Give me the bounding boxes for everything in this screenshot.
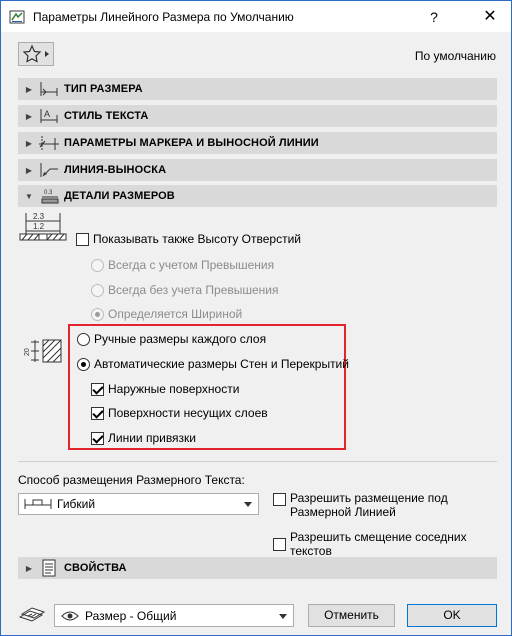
opening-option-label: Определяется Шириной <box>108 307 243 321</box>
opening-option-label: Всегда с учетом Превышения <box>108 258 275 272</box>
auto-option-row[interactable]: Поверхности несущих слоев <box>91 406 268 420</box>
allow-under-line-label: Разрешить размещение под Размерной Линие… <box>290 491 448 519</box>
opening-option-radio[interactable] <box>91 258 104 272</box>
section-leader-line[interactable]: ▶ ЛИНИЯ-ВЫНОСКА <box>18 159 497 181</box>
dialog-window: Параметры Линейного Размера по Умолчанию… <box>0 0 512 636</box>
star-icon <box>22 44 49 63</box>
section-label: ПАРАМЕТРЫ МАРКЕРА И ВЫНОСНОЙ ЛИНИИ <box>64 137 319 149</box>
ok-button[interactable]: OK <box>407 604 497 627</box>
auto-walls-label: Автоматические размеры Стен и Перекрытий <box>94 357 349 371</box>
layer-stack-icon <box>18 607 46 622</box>
auto-walls-radio[interactable] <box>77 357 90 371</box>
section-label: ЛИНИЯ-ВЫНОСКА <box>64 164 167 176</box>
auto-option-label: Поверхности несущих слоев <box>108 406 268 420</box>
auto-option-label: Линии привязки <box>108 431 197 445</box>
chevron-down-icon <box>244 502 252 507</box>
section-dimension-details[interactable]: ▼ 0.3 ДЕТАЛИ РАЗМЕРОВ <box>18 185 497 207</box>
manual-layers-row[interactable]: Ручные размеры каждого слоя <box>77 332 266 346</box>
view-select[interactable]: Размер - Общий <box>54 604 294 627</box>
manual-layers-radio[interactable] <box>77 332 90 346</box>
section-text-style[interactable]: ▶ A СТИЛЬ ТЕКСТА <box>18 105 497 127</box>
leader-line-icon <box>40 163 58 177</box>
section-label: ТИП РАЗМЕРА <box>64 83 143 95</box>
collapse-arrow-icon: ▼ <box>25 191 33 201</box>
icon-top-label: 2.3 <box>33 212 45 221</box>
opening-option-label: Всегда без учета Превышения <box>108 283 279 297</box>
expand-arrow-icon: ▶ <box>25 165 33 175</box>
expand-arrow-icon: ▶ <box>25 111 33 121</box>
section-label: СВОЙСТВА <box>64 562 127 574</box>
allow-shift-row[interactable]: Разрешить смещение соседних текстов <box>273 530 511 558</box>
expand-arrow-icon: ▶ <box>25 563 33 573</box>
placement-heading: Способ размещения Размерного Текста: <box>18 473 245 487</box>
default-settings-label: По умолчанию <box>414 49 496 63</box>
window-title: Параметры Линейного Размера по Умолчанию <box>33 10 294 24</box>
opening-option-row[interactable]: Всегда с учетом Превышения <box>91 258 274 272</box>
svg-text:0.3: 0.3 <box>44 190 53 196</box>
layer-dimension-icon: 20 <box>24 339 62 363</box>
auto-option-row[interactable]: Линии привязки <box>91 431 196 445</box>
allow-shift-checkbox[interactable] <box>273 537 286 551</box>
opening-option-radio[interactable] <box>91 307 104 321</box>
favorites-button[interactable] <box>18 42 54 66</box>
allow-shift-label: Разрешить смещение соседних текстов <box>290 530 467 558</box>
opening-option-row[interactable]: Всегда без учета Превышения <box>91 283 279 297</box>
dimension-app-icon <box>9 10 25 24</box>
auto-walls-row[interactable]: Автоматические размеры Стен и Перекрытий <box>77 357 349 371</box>
chevron-down-icon <box>279 613 287 619</box>
marker-witness-icon <box>39 136 59 150</box>
opening-height-icon: 2.3 1.2 <box>19 212 67 241</box>
dimension-details-icon: 0.3 <box>41 190 59 204</box>
section-label: ДЕТАЛИ РАЗМЕРОВ <box>64 190 175 202</box>
placement-mode-select[interactable]: Гибкий <box>18 493 259 515</box>
close-button[interactable]: ✕ <box>475 6 505 28</box>
auto-option-label: Наружные поверхности <box>108 382 240 396</box>
section-properties[interactable]: ▶ СВОЙСТВА <box>18 557 497 579</box>
text-style-icon: A <box>40 109 58 123</box>
auto-option-checkbox[interactable] <box>91 406 104 420</box>
title-bar: Параметры Линейного Размера по Умолчанию… <box>1 1 511 32</box>
auto-option-row[interactable]: Наружные поверхности <box>91 382 239 396</box>
section-marker-witness[interactable]: ▶ ПАРАМЕТРЫ МАРКЕРА И ВЫНОСНОЙ ЛИНИИ <box>18 132 497 154</box>
divider <box>18 461 497 462</box>
cancel-button[interactable]: Отменить <box>308 604 395 627</box>
allow-under-line-checkbox[interactable] <box>273 493 286 506</box>
show-opening-height-row[interactable]: Показывать также Высоту Отверстий <box>76 232 301 246</box>
show-opening-height-checkbox[interactable] <box>76 232 89 246</box>
section-label: СТИЛЬ ТЕКСТА <box>64 110 149 122</box>
auto-option-checkbox[interactable] <box>91 431 104 445</box>
opening-option-radio[interactable] <box>91 283 104 297</box>
expand-arrow-icon: ▶ <box>25 138 33 148</box>
placement-mode-value: Гибкий <box>57 497 96 511</box>
view-select-value: Размер - Общий <box>85 608 177 623</box>
help-button[interactable]: ? <box>419 6 449 28</box>
section-dimension-type[interactable]: ▶ ТИП РАЗМЕРА <box>18 78 497 100</box>
flexible-placement-icon <box>24 499 52 509</box>
allow-under-line-row[interactable]: Разрешить размещение под Размерной Линие… <box>273 491 493 519</box>
auto-option-checkbox[interactable] <box>91 382 104 396</box>
svg-text:A: A <box>44 109 50 119</box>
dimension-type-icon <box>40 82 58 96</box>
show-opening-height-label: Показывать также Высоту Отверстий <box>93 232 301 246</box>
eye-icon <box>61 611 79 620</box>
expand-arrow-icon: ▶ <box>25 84 33 94</box>
icon-bottom-label: 1.2 <box>33 222 45 231</box>
manual-layers-label: Ручные размеры каждого слоя <box>94 332 267 346</box>
opening-option-row[interactable]: Определяется Шириной <box>91 307 242 321</box>
layer-icon-label: 20 <box>24 348 31 356</box>
properties-icon <box>42 559 56 577</box>
